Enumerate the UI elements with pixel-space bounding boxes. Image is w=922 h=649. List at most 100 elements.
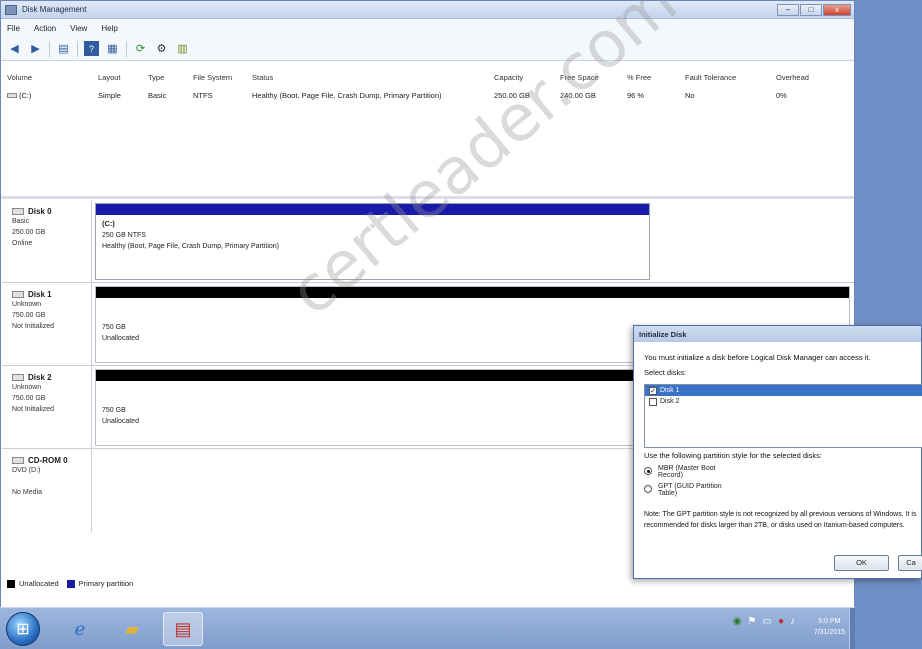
toolbar-separator	[77, 40, 78, 57]
disk-item-label: Disk 1	[660, 387, 680, 394]
fault-tolerance-cell: No	[685, 91, 695, 100]
dialog-intro: You must initialize a disk before Logica…	[644, 353, 871, 362]
disk-management-app-icon	[5, 4, 17, 15]
show-desktop-button[interactable]	[849, 608, 855, 649]
partition-size: 250 GB NTFS	[102, 232, 146, 239]
clock[interactable]: 5:0 PM 7/31/2015	[814, 616, 845, 638]
disk-name-text: Disk 1	[28, 290, 52, 299]
column-header-capacity[interactable]: Capacity	[494, 73, 523, 82]
refresh-icon[interactable]: ⟳	[133, 41, 148, 56]
help-icon[interactable]: ?	[84, 41, 99, 56]
column-header-volume[interactable]: Volume	[7, 73, 32, 82]
partition-size: 750 GB	[102, 324, 126, 331]
column-header-free-space[interactable]: Free Space	[560, 73, 599, 82]
partition-size: 750 GB	[102, 407, 126, 414]
column-header-percent-free[interactable]: % Free	[627, 73, 651, 82]
column-header-overhead[interactable]: Overhead	[776, 73, 809, 82]
volume-icon[interactable]: ♪	[790, 616, 795, 627]
disk-type: Unknown	[12, 384, 42, 391]
disk-label-1[interactable]: Disk 1 Unknown 750.00 GB Not Initialized	[2, 283, 92, 365]
partition-c[interactable]: (C:) 250 GB NTFS Healthy (Boot, Page Fil…	[95, 203, 650, 280]
partition-text: (C:) 250 GB NTFS Healthy (Boot, Page Fil…	[96, 215, 649, 252]
file-explorer-icon[interactable]: ▰	[112, 612, 152, 646]
internet-explorer-icon[interactable]: ℯ	[60, 612, 100, 646]
properties-icon[interactable]: ▦	[105, 41, 120, 56]
radio-mbr[interactable]: MBR (Master Boot Record)	[644, 465, 716, 479]
radio-gpt-label-line2: Table)	[658, 490, 678, 497]
disk-name: Disk 0	[12, 207, 91, 216]
radio-button-gpt[interactable]	[644, 485, 652, 493]
toolbar: ◀ ▶ ▤ ? ▦ ⟳ ⚙ ▥	[1, 37, 854, 61]
menu-action[interactable]: Action	[34, 24, 56, 33]
unknown-disk-icon	[12, 291, 24, 298]
volume-cell: (C:)	[7, 91, 32, 100]
radio-mbr-label: MBR (Master Boot Record)	[658, 465, 716, 479]
start-button[interactable]: ⊞	[6, 612, 40, 646]
menu-view[interactable]: View	[70, 24, 87, 33]
column-header-fault-tolerance[interactable]: Fault Tolerance	[685, 73, 736, 82]
volume-list: Volume Layout Type File System Status Ca…	[2, 69, 854, 197]
partition-style-label: Use the following partition style for th…	[644, 451, 823, 460]
ok-button[interactable]: OK	[834, 555, 889, 571]
overhead-cell: 0%	[776, 91, 787, 100]
radio-mbr-label-line1: MBR (Master Boot	[658, 465, 716, 472]
drive-letter: DVD (D:)	[12, 467, 41, 474]
table-row[interactable]: (C:) Simple Basic NTFS Healthy (Boot, Pa…	[2, 87, 854, 105]
settings-icon[interactable]: ⚙	[154, 41, 169, 56]
dialog-title: Initialize Disk	[634, 326, 921, 342]
unallocated-bar	[96, 287, 849, 298]
disk-name: Disk 2	[12, 373, 91, 382]
security-alert-icon[interactable]: ●	[778, 616, 784, 627]
minimize-button[interactable]: –	[777, 4, 799, 16]
network-icon[interactable]: ◉	[733, 616, 742, 627]
menu-help[interactable]: Help	[101, 24, 117, 33]
disk-select-list[interactable]: ✓ Disk 1 Disk 2	[644, 384, 922, 448]
legend: Unallocated Primary partition	[7, 579, 133, 588]
radio-gpt-label-line1: GPT (GUID Partition	[658, 483, 722, 490]
disk-size: 250.00 GB	[12, 229, 46, 236]
menu-file[interactable]: File	[7, 24, 20, 33]
volume-list-header: Volume Layout Type File System Status Ca…	[2, 69, 854, 87]
disk-label-2[interactable]: Disk 2 Unknown 750.00 GB Not Initialized	[2, 366, 92, 448]
cancel-button[interactable]: Ca	[898, 555, 922, 571]
toolbar-separator	[49, 40, 50, 57]
disk-item-label: Disk 2	[660, 398, 680, 405]
capacity-cell: 250.00 GB	[494, 91, 530, 100]
disk-name-text: Disk 0	[28, 207, 52, 216]
column-header-type[interactable]: Type	[148, 73, 164, 82]
hard-disk-icon	[12, 208, 24, 215]
layout-cell: Simple	[98, 91, 121, 100]
console-tree-icon[interactable]: ▤	[56, 41, 71, 56]
cd-rom-icon	[12, 457, 24, 464]
server-manager-icon[interactable]: ▤	[163, 612, 203, 646]
display-icon[interactable]: ▭	[763, 616, 772, 627]
radio-gpt[interactable]: GPT (GUID Partition Table)	[644, 483, 722, 497]
list-item[interactable]: ✓ Disk 1	[645, 385, 922, 396]
legend-unallocated: Unallocated	[19, 579, 59, 588]
column-header-layout[interactable]: Layout	[98, 73, 121, 82]
flag-icon[interactable]: ⚑	[748, 616, 757, 627]
maximize-button[interactable]: □	[800, 4, 822, 16]
column-header-file-system[interactable]: File System	[193, 73, 232, 82]
cdrom-label[interactable]: CD-ROM 0 DVD (D:) No Media	[2, 449, 92, 532]
disk-size: 750.00 GB	[12, 312, 46, 319]
checkbox-disk-1[interactable]: ✓	[649, 386, 657, 395]
radio-button-mbr[interactable]	[644, 467, 652, 475]
checkbox-disk-2[interactable]	[649, 397, 657, 406]
close-button[interactable]: x	[823, 4, 851, 16]
volume-icon	[7, 93, 17, 98]
select-disks-label: Select disks:	[644, 368, 687, 377]
forward-arrow-icon[interactable]: ▶	[28, 41, 43, 56]
primary-swatch	[66, 579, 75, 588]
window-controls: – □ x	[777, 4, 851, 16]
back-arrow-icon[interactable]: ◀	[7, 41, 22, 56]
wizard-icon[interactable]: ▥	[175, 41, 190, 56]
windows-logo-icon: ⊞	[16, 621, 30, 638]
pane-splitter[interactable]	[1, 196, 854, 199]
list-item[interactable]: Disk 2	[645, 396, 922, 407]
clock-time: 5:0 PM	[818, 618, 841, 625]
disk-name-text: CD-ROM 0	[28, 456, 68, 465]
disk-state: Not Initialized	[12, 323, 55, 330]
disk-label-0[interactable]: Disk 0 Basic 250.00 GB Online	[2, 200, 92, 282]
column-header-status[interactable]: Status	[252, 73, 273, 82]
